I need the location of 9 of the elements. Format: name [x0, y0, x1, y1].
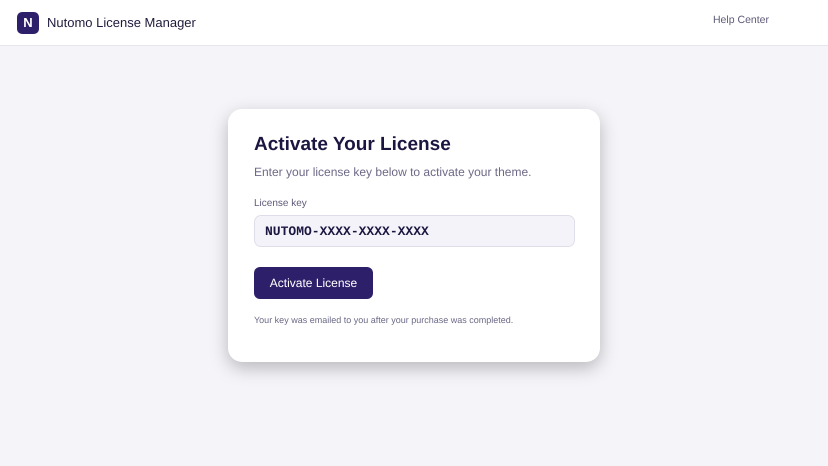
- card-subtitle: Enter your license key below to activate your theme.: [254, 164, 532, 181]
- logo-icon: N: [17, 12, 39, 34]
- app-title: Nutomo License Manager: [47, 14, 196, 32]
- help-center-link[interactable]: Help Center: [712, 13, 769, 29]
- field-label: License key: [254, 197, 307, 211]
- activate-license-button[interactable]: Activate License: [254, 267, 373, 299]
- license-key-field[interactable]: NUTOMO-XXXX-XXXX-XXXX: [254, 215, 575, 247]
- help-note: Your key was emailed to you after your purchase was completed.: [254, 314, 514, 327]
- card-title: Activate Your License: [254, 133, 451, 157]
